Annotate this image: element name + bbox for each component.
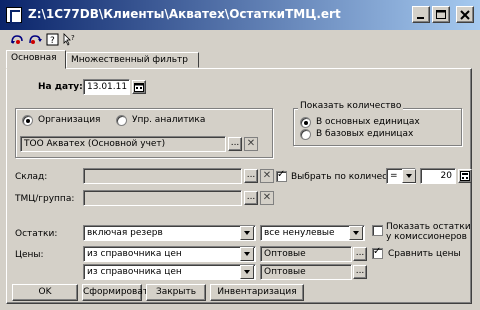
ellipsis-icon: ...: [246, 170, 256, 180]
date-input[interactable]: 13.01.11: [83, 79, 130, 95]
prices-type-select-button-1[interactable]: ...: [353, 247, 367, 261]
goods-group-select-button[interactable]: ...: [244, 191, 258, 205]
context-help-icon[interactable]: ?: [63, 33, 77, 46]
ellipsis-icon: ...: [230, 138, 240, 148]
tab-multi-filter[interactable]: Множественный фильтр: [66, 52, 199, 68]
clear-icon: ✕: [262, 170, 272, 181]
warehouse-select-button[interactable]: ...: [244, 169, 258, 183]
warehouse-clear-button[interactable]: ✕: [260, 169, 274, 183]
radio-base-units-label: В базовых единицах: [316, 129, 414, 139]
goods-group-clear-button[interactable]: ✕: [260, 191, 274, 205]
organization-field[interactable]: ТОО Акватех (Основной учет): [20, 136, 226, 152]
ellipsis-icon: ...: [355, 266, 365, 276]
close-button[interactable]: Закрыть: [146, 284, 206, 301]
radio-analytics-label: Упр. аналитика: [132, 115, 206, 125]
prices-type-select-button-2[interactable]: ...: [353, 265, 367, 279]
prices-source-dropdown-2[interactable]: [240, 265, 254, 279]
radio-analytics[interactable]: [116, 115, 127, 126]
balances-filter-dropdown[interactable]: [349, 226, 363, 240]
radio-basic-units[interactable]: [300, 117, 311, 128]
tab-main[interactable]: Основная: [6, 50, 66, 69]
qty-operator-dropdown[interactable]: [402, 169, 416, 183]
warehouse-label: Склад:: [15, 172, 48, 182]
radio-organization-label: Организация: [38, 115, 101, 125]
balances-label: Остатки:: [15, 229, 58, 239]
ellipsis-icon: ...: [355, 248, 365, 258]
save-report-icon[interactable]: [28, 33, 42, 46]
calculator-icon: [460, 171, 470, 181]
show-consignment-label: Показать остатки у комиссионеров: [386, 222, 471, 242]
inventory-button[interactable]: Инвентаризация: [210, 284, 304, 301]
maximize-icon: [436, 10, 446, 19]
prices-source-select-2[interactable]: из справочника цен: [83, 264, 256, 280]
prices-source-dropdown-1[interactable]: [240, 247, 254, 261]
qty-groupbox: [293, 108, 462, 146]
close-window-button[interactable]: [456, 6, 474, 23]
clear-icon: ✕: [246, 138, 256, 149]
maximize-button[interactable]: [432, 6, 450, 23]
generate-button[interactable]: Сформировать: [82, 284, 153, 301]
minimize-icon: [417, 17, 424, 19]
show-consignment-checkbox[interactable]: [372, 225, 383, 236]
ok-button[interactable]: OK: [12, 284, 78, 301]
organization-select-button[interactable]: ...: [228, 137, 242, 151]
window-title: Z:\1C77DB\Клиенты\Акватех\ОстаткиТМЦ.ert: [28, 7, 341, 21]
svg-text:?: ?: [50, 36, 55, 46]
qty-value-input[interactable]: 20: [420, 168, 456, 184]
prices-source-select-1[interactable]: из справочника цен: [83, 246, 256, 262]
radio-base-units[interactable]: [300, 129, 311, 140]
goods-group-label: ТМЦ/группа:: [15, 194, 75, 204]
balances-select[interactable]: включая резерв: [83, 225, 256, 241]
radio-basic-units-label: В основных единицах: [316, 117, 420, 127]
goods-group-field[interactable]: [83, 190, 242, 206]
organization-clear-button[interactable]: ✕: [244, 137, 258, 151]
calendar-button[interactable]: [132, 80, 146, 94]
compare-prices-checkbox[interactable]: [372, 246, 383, 259]
prices-type-field-2[interactable]: Оптовые: [260, 264, 352, 280]
date-label: На дату:: [38, 82, 83, 92]
svg-text:?: ?: [71, 34, 75, 42]
minimize-button[interactable]: [412, 6, 430, 23]
close-icon: [460, 10, 470, 20]
qty-calculator-button[interactable]: [458, 169, 472, 183]
prices-label: Цены:: [15, 250, 44, 260]
compare-prices-label: Сравнить цены: [388, 249, 461, 259]
radio-organization[interactable]: [22, 115, 33, 126]
warehouse-field[interactable]: [83, 168, 242, 184]
tab-main-label: Основная: [11, 53, 57, 63]
title-bar[interactable]: Z:\1C77DB\Клиенты\Акватех\ОстаткиТМЦ.ert: [0, 0, 480, 30]
ellipsis-icon: ...: [246, 192, 256, 202]
calendar-icon: [134, 83, 144, 92]
help-icon[interactable]: ?: [46, 33, 60, 46]
open-report-icon[interactable]: [10, 33, 24, 46]
qty-group-title: Показать количество: [298, 101, 404, 111]
tab-multi-filter-label: Множественный фильтр: [71, 55, 188, 65]
app-icon: [6, 7, 22, 24]
prices-type-field-1[interactable]: Оптовые: [260, 246, 352, 262]
clear-icon: ✕: [262, 192, 272, 203]
select-by-qty-checkbox[interactable]: [276, 169, 287, 182]
balances-dropdown[interactable]: [240, 226, 254, 240]
